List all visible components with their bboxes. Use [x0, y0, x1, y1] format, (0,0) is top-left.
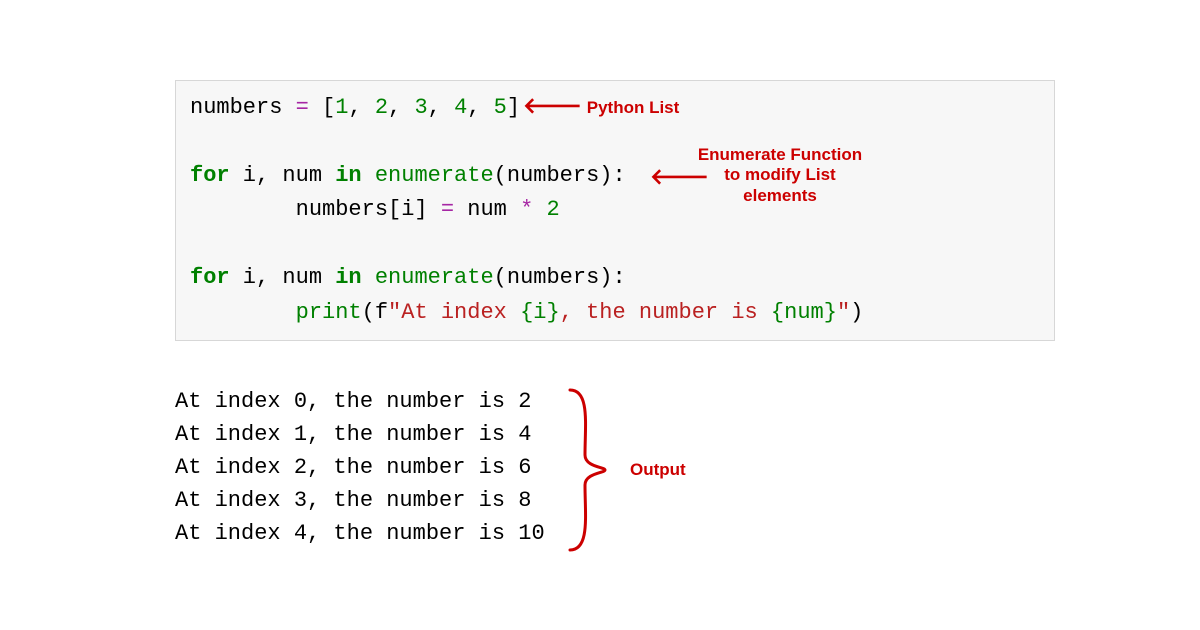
code-line-1: numbers = [1, 2, 3, 4, 5]	[190, 95, 520, 120]
annotation-text: Python List	[587, 98, 680, 117]
annotation-text: elements	[690, 186, 870, 206]
annotation-python-list: 🡐 Python List	[523, 93, 679, 119]
annotation-text: Enumerate Function	[690, 145, 870, 165]
output-line: At index 4, the number is 10	[175, 521, 545, 546]
output-line: At index 1, the number is 4	[175, 422, 531, 447]
code-line-3: for i, num in enumerate(numbers):	[190, 163, 626, 188]
output-line: At index 3, the number is 8	[175, 488, 531, 513]
arrow-left-icon: 🡐	[523, 93, 582, 119]
annotation-text: to modify List	[690, 165, 870, 185]
code-line-6: for i, num in enumerate(numbers):	[190, 265, 626, 290]
brace-icon	[560, 385, 620, 555]
output-line: At index 2, the number is 6	[175, 455, 531, 480]
annotation-text: Output	[630, 460, 686, 479]
code-line-7: print(f"At index {i}, the number is {num…	[190, 300, 863, 325]
annotation-enumerate: Enumerate Function to modify List elemen…	[690, 145, 870, 206]
output-block: At index 0, the number is 2 At index 1, …	[175, 385, 545, 550]
annotation-output: Output	[630, 460, 686, 480]
code-line-4: numbers[i] = num * 2	[190, 197, 560, 222]
output-line: At index 0, the number is 2	[175, 389, 531, 414]
